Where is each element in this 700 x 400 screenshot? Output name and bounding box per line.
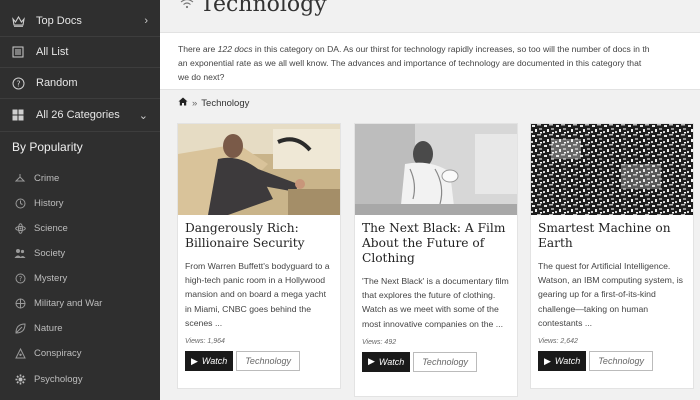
category-intro: There are 122 docs in this category on D… xyxy=(160,32,700,90)
category-military-and-war[interactable]: Military and War xyxy=(0,292,160,314)
card-title[interactable]: Smartest Machine on Earth xyxy=(531,221,693,251)
category-science[interactable]: Science xyxy=(0,217,160,239)
view-count: Views: 1,964 xyxy=(185,338,225,346)
card-actions: ▶ Watch Technology xyxy=(178,351,340,372)
nav-all-categories[interactable]: All 26 Categories ⌄ xyxy=(0,100,160,130)
card-title[interactable]: Dangerously Rich: Billionaire Security xyxy=(178,221,340,251)
thumbnail-image[interactable] xyxy=(531,124,693,215)
chevron-right-icon: › xyxy=(144,15,148,27)
category-tag[interactable]: Technology xyxy=(589,351,653,372)
watch-button[interactable]: ▶ Watch xyxy=(362,351,411,372)
card-actions: ▶ Watch Technology xyxy=(355,351,517,372)
grid-icon xyxy=(11,108,25,122)
intro-line-1: There are 122 docs in this category on D… xyxy=(178,42,700,56)
category-label: Crime xyxy=(34,172,60,184)
intro-text: in this category on DA. As our thirst fo… xyxy=(252,44,650,54)
play-icon: ▶ xyxy=(191,355,198,366)
science-icon xyxy=(14,222,26,234)
category-mystery[interactable]: ? Mystery xyxy=(0,267,160,289)
breadcrumb: » Technology xyxy=(178,97,249,109)
view-count: Views: 2,642 xyxy=(538,338,578,346)
category-crime[interactable]: Crime xyxy=(0,167,160,189)
intro-line-2: an exponential rate as we all well know.… xyxy=(178,58,642,68)
watch-label: Watch xyxy=(378,356,405,367)
watch-button[interactable]: ▶ Watch xyxy=(538,351,587,372)
svg-text:?: ? xyxy=(16,79,20,88)
play-icon: ▶ xyxy=(544,355,551,366)
divider xyxy=(0,98,160,99)
card-description: 'The Next Black' is a documentary film t… xyxy=(362,276,509,329)
category-conspiracy[interactable]: Conspiracy xyxy=(0,342,160,364)
crime-icon xyxy=(14,172,26,184)
nav-random[interactable]: ? Random xyxy=(0,68,160,98)
crown-icon xyxy=(11,14,25,28)
list-icon xyxy=(11,45,25,59)
history-icon xyxy=(14,197,26,209)
section-title: By Popularity xyxy=(12,140,83,154)
category-label: Society xyxy=(34,247,66,259)
question-circle-icon: ? xyxy=(11,76,25,90)
play-icon: ▶ xyxy=(368,356,375,367)
nav-label: All 26 Categories xyxy=(36,109,120,121)
nav-label: All List xyxy=(36,46,69,58)
nav-label: Random xyxy=(36,77,78,89)
doc-card[interactable]: Dangerously Rich: Billionaire Security F… xyxy=(177,123,341,389)
intro-text: There are xyxy=(178,44,218,54)
breadcrumb-separator: » xyxy=(192,97,198,109)
card-title[interactable]: The Next Black: A Film About the Future … xyxy=(355,221,517,266)
card-actions: ▶ Watch Technology xyxy=(531,351,693,372)
category-label: Psychology xyxy=(34,373,83,385)
watch-label: Watch xyxy=(201,356,228,367)
category-label: Nature xyxy=(34,322,63,334)
category-tag[interactable]: Technology xyxy=(236,351,300,372)
sidebar: Top Docs › All List ? Random All 26 Cate… xyxy=(0,0,160,400)
category-label: Conspiracy xyxy=(34,347,82,359)
category-label: History xyxy=(34,197,64,209)
category-label: Science xyxy=(34,222,68,234)
main-content: Technology There are 122 docs in this ca… xyxy=(160,0,700,400)
category-psychology[interactable]: Psychology xyxy=(0,368,160,390)
signal-icon xyxy=(180,0,194,12)
category-tag[interactable]: Technology xyxy=(413,351,477,372)
divider xyxy=(0,131,160,132)
society-icon xyxy=(14,247,26,259)
home-icon[interactable] xyxy=(178,97,188,109)
breadcrumb-current: Technology xyxy=(201,97,250,109)
nav-all-list[interactable]: All List xyxy=(0,37,160,67)
card-description: The quest for Artificial Intelligence. W… xyxy=(538,261,684,328)
category-nature[interactable]: Nature xyxy=(0,317,160,339)
category-society[interactable]: Society xyxy=(0,242,160,264)
watch-label: Watch xyxy=(554,356,581,367)
watch-button[interactable]: ▶ Watch xyxy=(185,351,234,372)
thumbnail-image[interactable] xyxy=(355,124,517,215)
mystery-icon: ? xyxy=(14,272,26,284)
chevron-down-icon: ⌄ xyxy=(138,109,148,122)
page-title: Technology xyxy=(200,0,327,17)
intro-line-3: we do next? xyxy=(178,72,225,82)
doc-card[interactable]: The Next Black: A Film About the Future … xyxy=(354,123,518,397)
card-description: From Warren Buffett's bodyguard to a hig… xyxy=(185,261,330,328)
category-history[interactable]: History xyxy=(0,192,160,214)
doc-count: 122 docs xyxy=(217,44,253,54)
category-label: Mystery xyxy=(34,272,68,284)
view-count: Views: 492 xyxy=(362,338,397,346)
thumbnail-image[interactable] xyxy=(178,124,340,215)
military-icon xyxy=(14,297,26,309)
doc-card[interactable]: Smartest Machine on Earth The quest for … xyxy=(530,123,694,389)
conspiracy-icon xyxy=(14,347,26,359)
psychology-icon xyxy=(14,373,26,385)
nature-icon xyxy=(14,322,26,334)
svg-text:?: ? xyxy=(18,275,22,283)
category-label: Military and War xyxy=(34,297,103,309)
page-header: Technology xyxy=(160,0,700,32)
nav-top-docs[interactable]: Top Docs › xyxy=(0,6,160,36)
nav-label: Top Docs xyxy=(36,15,82,27)
